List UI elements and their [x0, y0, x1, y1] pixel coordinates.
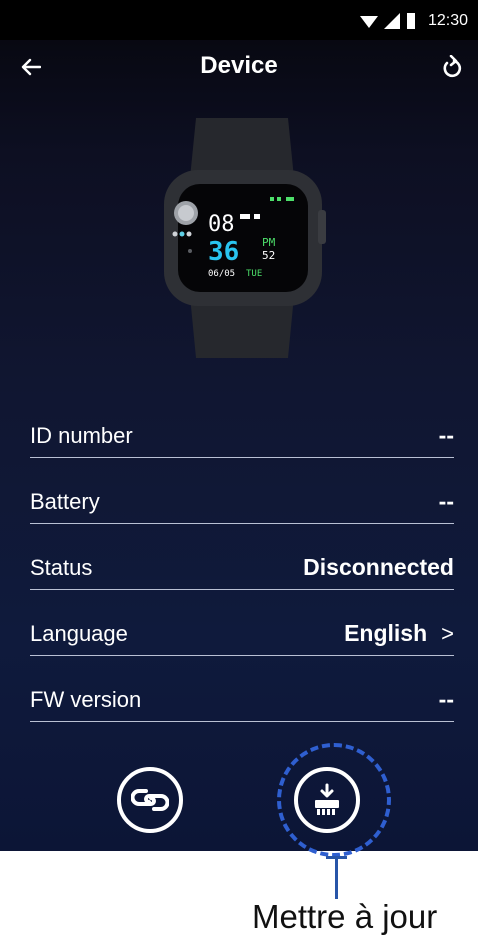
- row-label: Battery: [30, 489, 100, 514]
- callout-pointer-line: [335, 857, 338, 899]
- row-label: FW version: [30, 687, 142, 712]
- refresh-icon: [443, 55, 462, 78]
- app-bar: Device: [0, 40, 478, 94]
- row-label: ID number: [30, 423, 133, 448]
- sync-button[interactable]: [117, 767, 183, 833]
- update-callout-label: Mettre à jour: [252, 898, 438, 935]
- row-status: Status Disconnected: [30, 524, 454, 590]
- watch-ampm: PM: [262, 236, 276, 249]
- row-battery: Battery --: [30, 458, 454, 524]
- row-value: --: [438, 686, 454, 712]
- smartwatch-illustration: 08 36 PM 52 06/05 TUE: [164, 118, 326, 358]
- watch-hour: 08: [208, 212, 235, 237]
- wifi-icon: [360, 16, 378, 28]
- watch-date: 06/05: [208, 269, 235, 279]
- row-value: --: [438, 488, 454, 514]
- row-value: Disconnected: [303, 554, 454, 580]
- refresh-button[interactable]: [434, 50, 468, 84]
- status-bar: 12:30: [0, 0, 478, 40]
- row-label: Language: [30, 621, 128, 646]
- device-screen: 12:30 Device 08 36 PM 52 06/05 TUE ID nu…: [0, 0, 478, 851]
- row-value-group: English >: [344, 620, 454, 647]
- row-label: Status: [30, 555, 93, 580]
- watch-seconds: 52: [262, 249, 275, 262]
- status-time: 12:30: [427, 12, 468, 29]
- row-value: --: [438, 422, 454, 448]
- link-sync-icon: [131, 789, 169, 811]
- device-info-list: ID number -- Battery -- Status Disconnec…: [30, 392, 454, 722]
- watch-image: 08 36 PM 52 06/05 TUE: [150, 118, 336, 358]
- row-language[interactable]: Language English >: [30, 590, 454, 656]
- cell-signal-icon: [384, 13, 400, 29]
- battery-icon: [407, 13, 415, 29]
- chevron-right-icon: >: [441, 620, 454, 646]
- row-fw-version: FW version --: [30, 656, 454, 722]
- watch-weekday: TUE: [246, 269, 262, 279]
- update-highlight-ring: [277, 743, 391, 857]
- page-title: Device: [200, 52, 278, 79]
- language-value: English: [344, 620, 428, 646]
- row-id-number: ID number --: [30, 392, 454, 458]
- status-icons: [360, 13, 416, 29]
- watch-minute: 36: [208, 237, 239, 267]
